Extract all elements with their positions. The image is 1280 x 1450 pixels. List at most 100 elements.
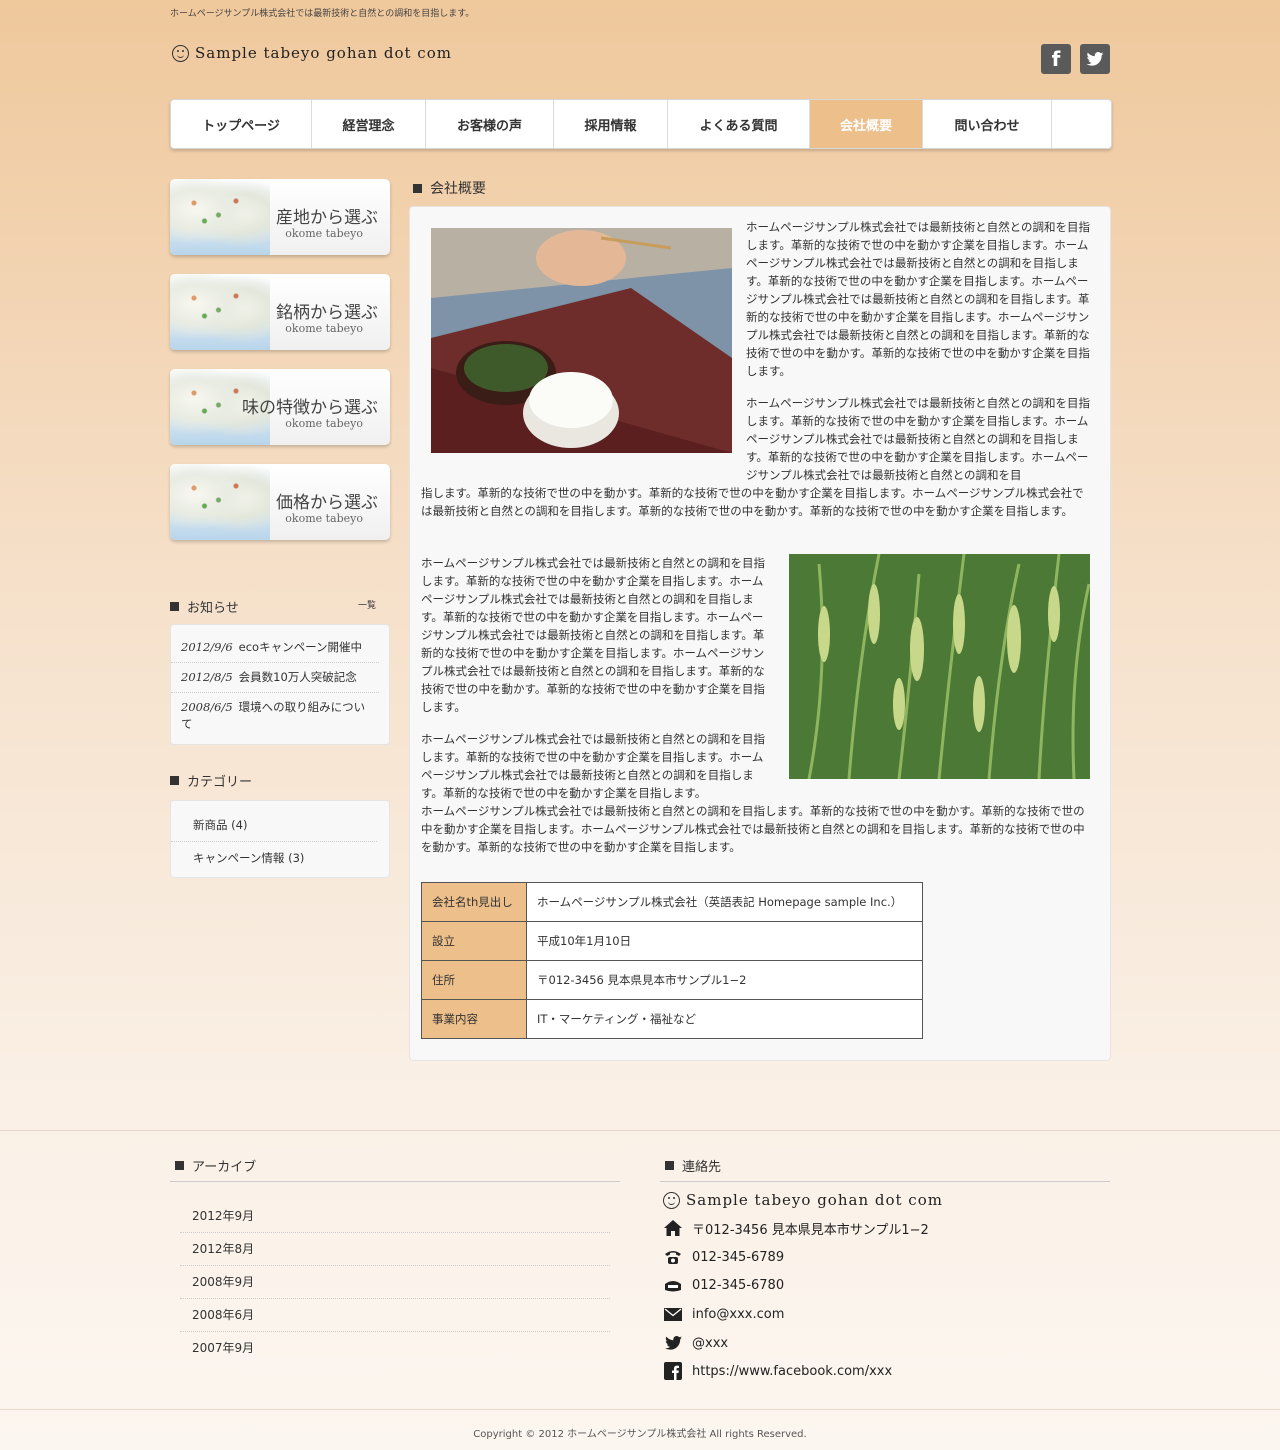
page-title: 会社概要 <box>413 178 486 198</box>
archive-item[interactable]: 2007年9月 <box>180 1332 610 1365</box>
nav-item-faq[interactable]: よくある質問 <box>668 100 810 148</box>
contact-email[interactable]: info@xxx.com <box>663 1304 784 1324</box>
contact-facebook[interactable]: https://www.facebook.com/xxx <box>663 1361 892 1381</box>
contact-facebook-text: https://www.facebook.com/xxx <box>692 1363 893 1379</box>
banner-subtitle: okome tabeyo <box>285 512 363 525</box>
table-cell: 〒012-3456 見本県見本市サンプル1−2 <box>526 960 923 1000</box>
archive-heading: アーカイブ <box>170 1156 620 1182</box>
nav-item-voice[interactable]: お客様の声 <box>426 100 554 148</box>
mail-icon <box>663 1304 683 1324</box>
archive-item[interactable]: 2008年6月 <box>180 1299 610 1332</box>
rice-ball-image <box>170 179 270 255</box>
facebook-button[interactable]: f <box>1041 44 1071 74</box>
news-box: 2012/9/6 ecoキャンペーン開催中 2012/8/5 会員数10万人突破記念… <box>170 624 390 745</box>
banner-price[interactable]: 価格から選ぶ okome tabeyo <box>170 464 390 540</box>
body-paragraph-continued: 指します。革新的な技術で世の中を動かす。革新的な技術で世の中を動かす企業を目指し… <box>421 486 1084 518</box>
banner-brand[interactable]: 銘柄から選ぶ okome tabeyo <box>170 274 390 350</box>
news-date: 2012/9/6 <box>181 640 233 654</box>
facebook-icon <box>663 1361 683 1381</box>
banner-subtitle: okome tabeyo <box>285 417 363 430</box>
news-text: ecoキャンペーン開催中 <box>238 640 363 654</box>
news-more-link[interactable]: 一覧 <box>358 598 376 611</box>
category-item[interactable]: 新商品 (4) <box>171 809 377 842</box>
contact-heading-label: 連絡先 <box>682 1160 722 1175</box>
nav-item-company[interactable]: 会社概要 <box>810 100 923 148</box>
site-logo[interactable]: Sample tabeyo gohan dot com <box>172 44 452 62</box>
square-bullet-icon <box>665 1161 674 1170</box>
banner-title: 味の特徴から選ぶ <box>242 398 378 418</box>
archive-heading-label: アーカイブ <box>192 1160 257 1175</box>
banner-origin[interactable]: 産地から選ぶ okome tabeyo <box>170 179 390 255</box>
table-row: 設立 平成10年1月10日 <box>421 921 923 961</box>
news-heading-label: お知らせ <box>187 601 239 616</box>
table-header-cell: 設立 <box>421 921 527 961</box>
copyright-text: Copyright © 2012 ホームページサンプル株式会社 All righ… <box>473 1429 807 1440</box>
news-date: 2012/8/5 <box>181 670 233 684</box>
footer-bottom-divider <box>0 1409 1280 1410</box>
facebook-icon: f <box>1051 47 1061 71</box>
table-header-cell: 事業内容 <box>421 999 527 1039</box>
table-cell: 平成10年1月10日 <box>526 921 923 961</box>
contact-address: 〒012-3456 見本県見本市サンプル1−2 <box>663 1218 929 1238</box>
footer-logo-text: Sample tabeyo gohan dot com <box>686 1191 943 1209</box>
banner-title: 銘柄から選ぶ <box>276 303 378 323</box>
footer-logo[interactable]: Sample tabeyo gohan dot com <box>663 1191 943 1209</box>
smiley-icon <box>663 1191 680 1209</box>
rice-plant-photo <box>789 554 1090 779</box>
news-date: 2008/6/5 <box>181 700 233 714</box>
contact-twitter[interactable]: @xxx <box>663 1333 728 1353</box>
category-heading: カテゴリー <box>170 771 252 790</box>
contact-tel[interactable]: 012-345-6789 <box>663 1247 784 1267</box>
contact-fax: 012-345-6780 <box>663 1275 784 1295</box>
global-nav: トップページ 経営理念 お客様の声 採用情報 よくある質問 会社概要 問い合わせ <box>170 99 1112 149</box>
site-logo-text: Sample tabeyo gohan dot com <box>195 44 452 62</box>
twitter-button[interactable] <box>1080 44 1110 74</box>
category-box: 新商品 (4) キャンペーン情報 (3) <box>170 800 390 878</box>
contact-address-text: 〒012-3456 見本県見本市サンプル1−2 <box>692 1222 929 1238</box>
news-text: 会員数10万人突破記念 <box>238 670 357 684</box>
meal-photo <box>431 228 732 453</box>
news-item[interactable]: 2008/6/5 環境への取り組みについて <box>171 693 379 739</box>
twitter-icon <box>663 1333 683 1353</box>
contact-email-text: info@xxx.com <box>692 1306 785 1322</box>
news-item[interactable]: 2012/9/6 ecoキャンペーン開催中 <box>171 633 379 663</box>
square-bullet-icon <box>413 183 422 193</box>
square-bullet-icon <box>170 602 179 611</box>
contact-tel-text: 012-345-6789 <box>692 1249 785 1265</box>
news-heading: お知らせ <box>170 597 239 616</box>
archive-item[interactable]: 2012年9月 <box>180 1200 610 1233</box>
square-bullet-icon <box>170 776 179 785</box>
table-row: 会社名th見出し ホームページサンプル株式会社（英語表記 Homepage sa… <box>421 882 923 922</box>
contact-twitter-text: @xxx <box>692 1335 729 1351</box>
body-paragraph: ホームページサンプル株式会社では最新技術と自然との調和を目指します。革新的な技術… <box>421 732 765 800</box>
banner-title: 産地から選ぶ <box>276 208 378 228</box>
phone-icon <box>663 1247 683 1267</box>
body-paragraph-continued: ホームページサンプル株式会社では最新技術と自然との調和を目指します。革新的な技術… <box>421 804 1085 854</box>
table-row: 住所 〒012-3456 見本県見本市サンプル1−2 <box>421 960 923 1000</box>
rice-ball-image <box>170 274 270 350</box>
content-panel: ホームページサンプル株式会社では最新技術と自然との調和を目指します。革新的な技術… <box>409 206 1111 1061</box>
table-row: 事業内容 IT・マーケティング・福祉など <box>421 999 923 1039</box>
archive-item[interactable]: 2012年8月 <box>180 1233 610 1266</box>
rice-ball-image <box>170 464 270 540</box>
body-paragraph: ホームページサンプル株式会社では最新技術と自然との調和を目指します。革新的な技術… <box>746 396 1090 482</box>
banner-subtitle: okome tabeyo <box>285 227 363 240</box>
category-item[interactable]: キャンペーン情報 (3) <box>171 842 377 874</box>
site-tagline: ホームページサンプル株式会社では最新技術と自然との調和を目指します。 <box>170 9 475 19</box>
nav-item-philosophy[interactable]: 経営理念 <box>312 100 426 148</box>
nav-item-top[interactable]: トップページ <box>171 100 312 148</box>
archive-item[interactable]: 2008年9月 <box>180 1266 610 1299</box>
home-icon <box>663 1218 683 1238</box>
intro-paragraph: ホームページサンプル株式会社では最新技術と自然との調和を目指します。革新的な技術… <box>746 220 1090 378</box>
contact-heading: 連絡先 <box>660 1156 1110 1182</box>
banner-taste[interactable]: 味の特徴から選ぶ okome tabeyo <box>170 369 390 445</box>
company-info-table: 会社名th見出し ホームページサンプル株式会社（英語表記 Homepage sa… <box>421 882 923 1039</box>
nav-item-recruit[interactable]: 採用情報 <box>554 100 668 148</box>
table-cell: IT・マーケティング・福祉など <box>526 999 923 1039</box>
table-header-cell: 住所 <box>421 960 527 1000</box>
fax-icon <box>663 1275 683 1295</box>
news-item[interactable]: 2012/8/5 会員数10万人突破記念 <box>171 663 379 693</box>
contact-fax-text: 012-345-6780 <box>692 1277 785 1293</box>
body-paragraph: ホームページサンプル株式会社では最新技術と自然との調和を目指します。革新的な技術… <box>421 556 765 714</box>
nav-item-contact[interactable]: 問い合わせ <box>923 100 1052 148</box>
